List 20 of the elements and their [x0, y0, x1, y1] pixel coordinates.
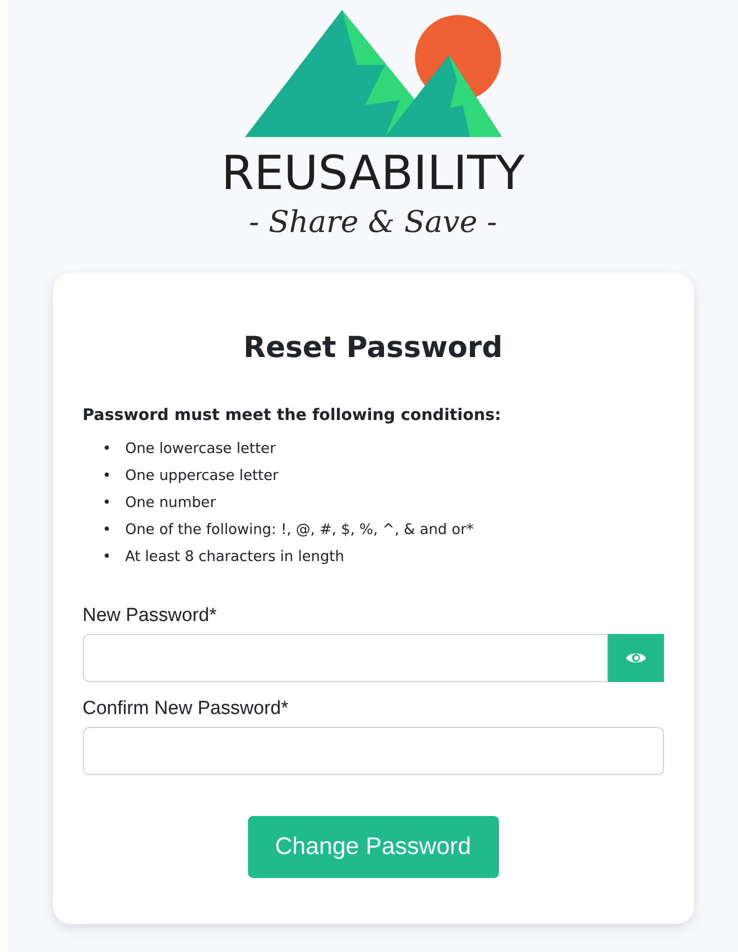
field-label: New Password*	[82, 605, 218, 627]
bullet: •	[102, 467, 112, 486]
card-title: Reset Password	[242, 329, 504, 366]
bullet: •	[102, 494, 112, 513]
bullet: •	[102, 548, 112, 567]
field-label: Confirm New Password*	[82, 698, 290, 720]
bullet: •	[102, 521, 112, 540]
brand-name: REUSABILITY	[221, 147, 525, 201]
rules-heading: Password must meet the following conditions:	[82, 405, 502, 424]
rule-item: One uppercase letter	[125, 467, 279, 486]
password-field[interactable]	[82, 634, 608, 682]
change-password-button[interactable]: Change Password	[248, 816, 498, 878]
password-field[interactable]	[82, 727, 664, 775]
rule-item: At least 8 characters in length	[125, 548, 344, 567]
show-password-button[interactable]	[608, 634, 664, 682]
rule-item: One lowercase letter	[125, 440, 276, 459]
rule-item: One of the following: !, @, #, $, %, ^, & and or*	[125, 521, 474, 540]
rule-item: One number	[125, 494, 216, 513]
tagline: - Share & Save -	[248, 204, 498, 242]
bullet: •	[102, 440, 112, 459]
